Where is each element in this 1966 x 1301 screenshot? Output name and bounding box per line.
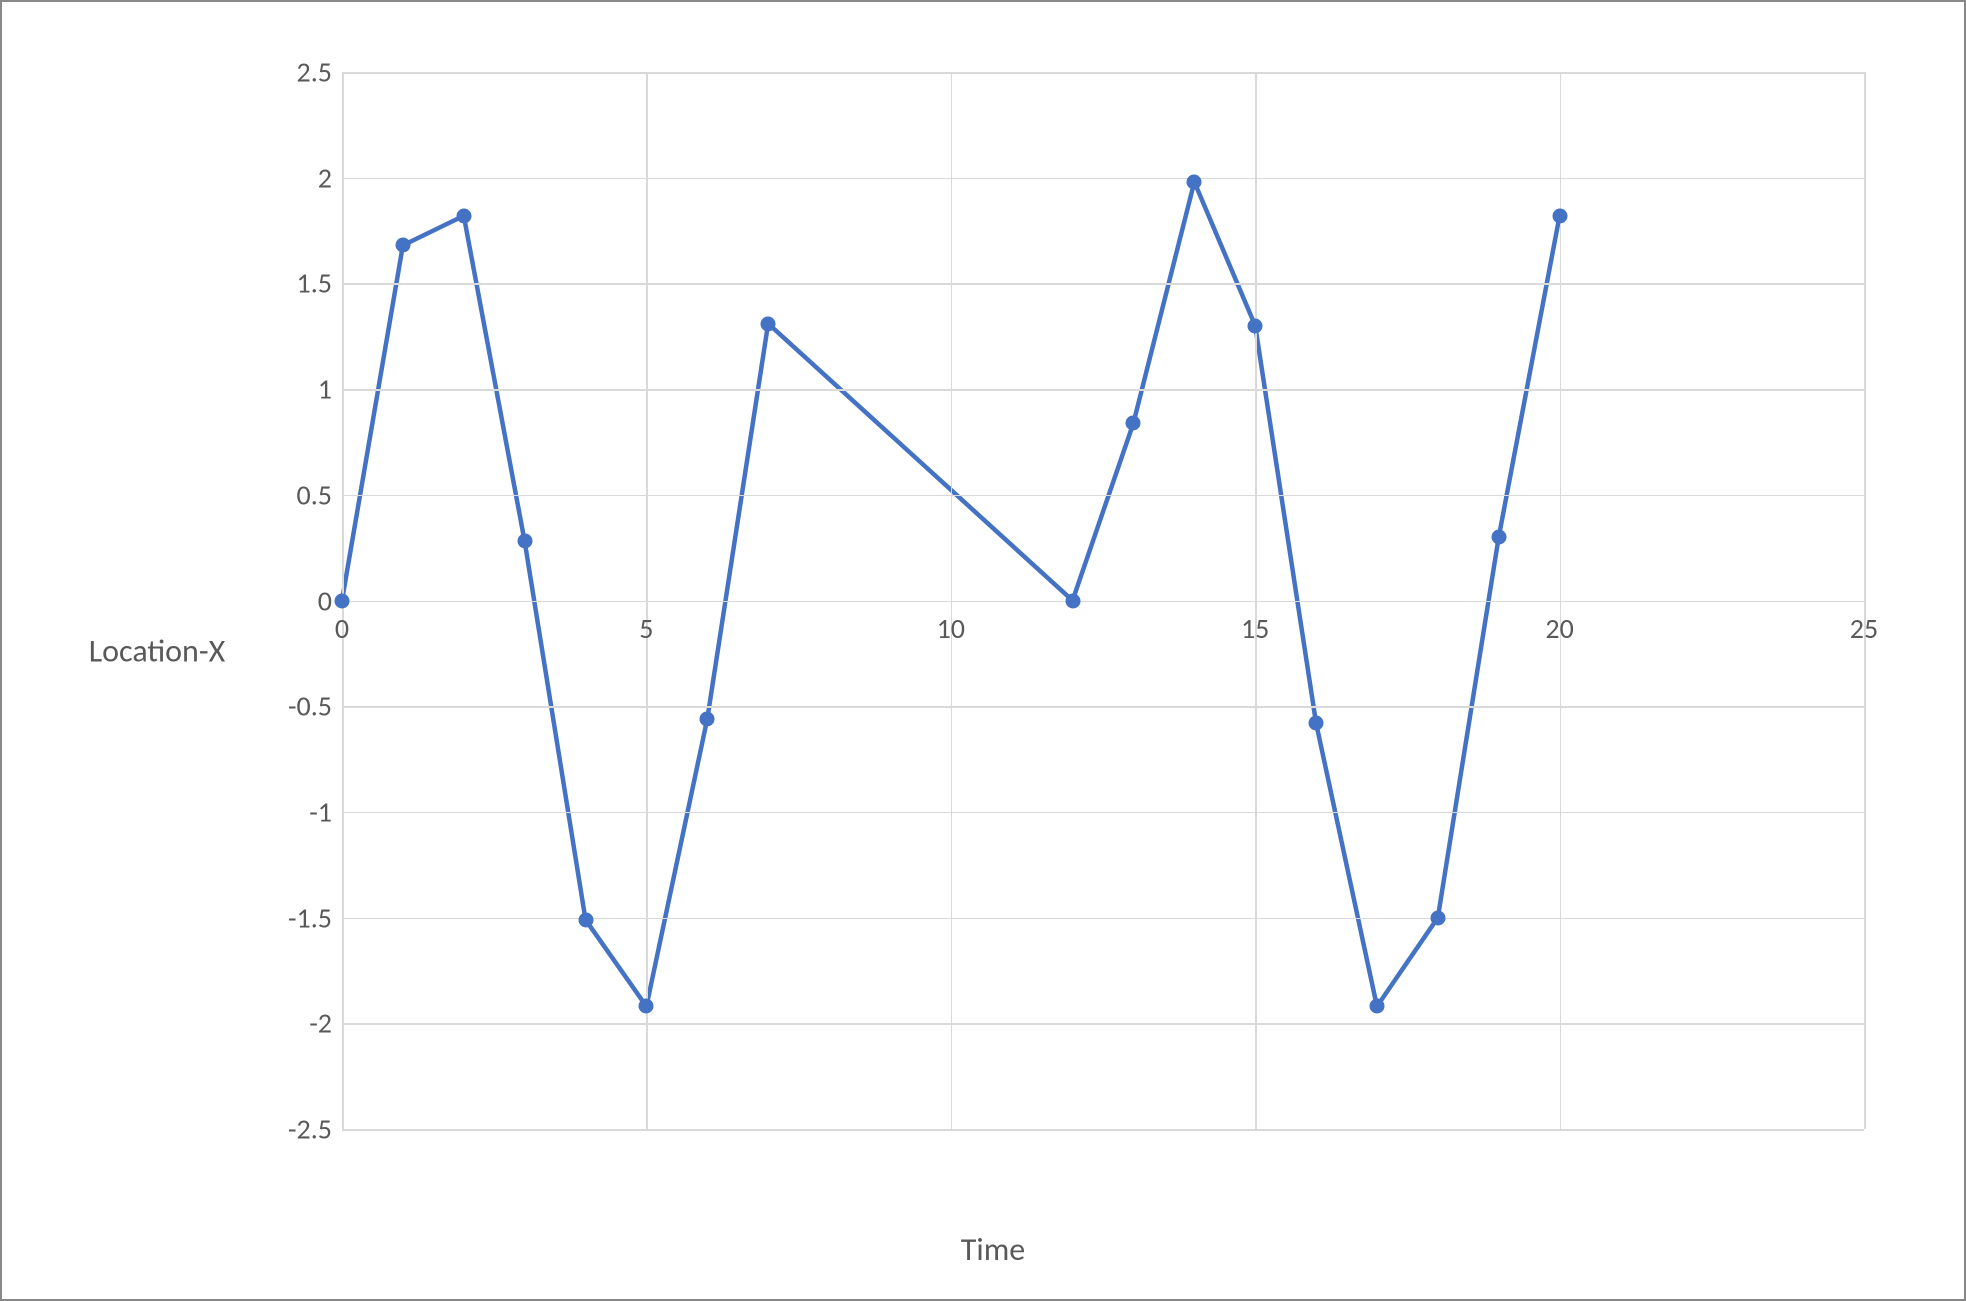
gridline-horizontal <box>342 601 1864 603</box>
y-tick-label: 2.5 <box>252 55 332 90</box>
x-tick-label: 25 <box>1850 611 1878 646</box>
gridline-horizontal <box>342 1023 1864 1025</box>
y-tick-label: 0.5 <box>252 477 332 512</box>
gridline-vertical <box>951 72 953 1129</box>
y-tick-label: -1.5 <box>252 900 332 935</box>
y-tick-label: 1 <box>252 372 332 407</box>
series-point <box>1369 999 1384 1014</box>
y-tick-label: -1 <box>252 794 332 829</box>
y-tick-label: 0 <box>252 583 332 618</box>
gridline-vertical <box>1560 72 1562 1129</box>
x-tick-label: 0 <box>335 611 349 646</box>
y-tick-label: -2.5 <box>252 1112 332 1147</box>
y-axis-title: Location-X <box>62 631 252 670</box>
y-tick-label: 2 <box>252 160 332 195</box>
series-point <box>517 534 532 549</box>
x-axis-title: Time <box>961 1230 1025 1269</box>
series-point <box>761 316 776 331</box>
plot-wrapper: -2.5-2-1.5-1-0.500.511.522.50510152025 <box>262 52 1884 1189</box>
series-point <box>335 593 350 608</box>
series-point <box>1430 910 1445 925</box>
gridline-horizontal <box>342 389 1864 391</box>
gridline-horizontal <box>342 283 1864 285</box>
gridline-horizontal <box>342 812 1864 814</box>
gridline-horizontal <box>342 918 1864 920</box>
series-point <box>639 999 654 1014</box>
x-tick-label: 15 <box>1241 611 1269 646</box>
series-point <box>395 238 410 253</box>
gridline-horizontal <box>342 72 1864 74</box>
y-tick-label: -0.5 <box>252 689 332 724</box>
series-point <box>1187 174 1202 189</box>
gridline-vertical <box>646 72 648 1129</box>
gridline-horizontal <box>342 706 1864 708</box>
series-point <box>1065 593 1080 608</box>
y-tick-label: 1.5 <box>252 266 332 301</box>
series-point <box>578 912 593 927</box>
gridline-horizontal <box>342 495 1864 497</box>
plot-area: -2.5-2-1.5-1-0.500.511.522.50510152025 <box>342 72 1864 1129</box>
x-tick-label: 20 <box>1545 611 1573 646</box>
series-point <box>1309 716 1324 731</box>
x-tick-label: 10 <box>937 611 965 646</box>
gridline-horizontal <box>342 1129 1864 1131</box>
x-tick-label: 5 <box>639 611 653 646</box>
chart-container: Location-X -2.5 -2 -1.5 -1 -0.5 0 0.5 1 1.5 2 2.5 0… <box>0 0 1966 1301</box>
series-point <box>456 208 471 223</box>
series-point <box>1491 530 1506 545</box>
series-point <box>1126 415 1141 430</box>
series-point <box>1248 318 1263 333</box>
gridline-vertical <box>1864 72 1866 1129</box>
series-point <box>1552 208 1567 223</box>
y-tick-label: -2 <box>252 1006 332 1041</box>
gridline-vertical <box>1255 72 1257 1129</box>
gridline-horizontal <box>342 178 1864 180</box>
chart-inner: Location-X -2.5 -2 -1.5 -1 -0.5 0 0.5 1 1.5 2 2.5 0… <box>62 32 1924 1269</box>
series-point <box>700 711 715 726</box>
